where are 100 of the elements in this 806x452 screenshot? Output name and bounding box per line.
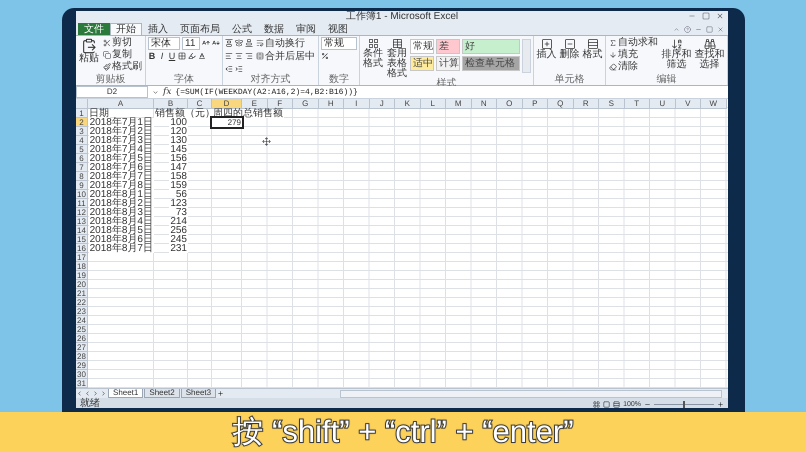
grid-icon[interactable] xyxy=(368,38,378,49)
cell-style[interactable]: 好 xyxy=(462,39,520,54)
shrink-font-icon[interactable] xyxy=(212,39,220,47)
row-header[interactable]: 9 xyxy=(76,181,88,190)
previous-sheet-icon[interactable] xyxy=(84,390,91,397)
wrap-text-icon[interactable] xyxy=(256,39,264,47)
column-header[interactable]: R xyxy=(574,99,599,109)
row-header[interactable]: 19 xyxy=(76,271,88,280)
merge-cells-icon[interactable] xyxy=(256,52,264,60)
name-box[interactable]: D2 xyxy=(76,86,148,98)
indent-increase-icon[interactable] xyxy=(235,65,243,73)
align-middle-icon[interactable] xyxy=(235,39,243,47)
last-sheet-icon[interactable] xyxy=(100,390,107,397)
indent-decrease-icon[interactable] xyxy=(225,65,233,73)
column-header[interactable]: K xyxy=(395,99,420,109)
row-header[interactable]: 8 xyxy=(76,172,88,181)
row-header[interactable]: 28 xyxy=(76,352,88,361)
ribbon-tab[interactable]: 开始 xyxy=(110,23,142,35)
row-header[interactable]: 24 xyxy=(76,316,88,325)
row-header[interactable]: 10 xyxy=(76,190,88,199)
clipboard-icon[interactable] xyxy=(81,38,97,54)
row-header[interactable]: 21 xyxy=(76,289,88,298)
insert-sheet-icon[interactable] xyxy=(217,390,224,397)
font-name-field[interactable]: 宋体 xyxy=(148,36,180,50)
column-header[interactable]: C xyxy=(188,99,212,109)
column-header[interactable]: M xyxy=(446,99,472,109)
row-header[interactable]: 25 xyxy=(76,325,88,334)
conditional-format-button[interactable]: 条件格式 xyxy=(362,37,384,69)
clipboard-button[interactable]: 复制 xyxy=(102,49,143,60)
align-center-icon[interactable] xyxy=(235,52,243,60)
sigma-icon[interactable] xyxy=(609,38,617,46)
align-bottom-icon[interactable] xyxy=(245,39,253,47)
scissors-icon[interactable] xyxy=(103,38,111,46)
sort-icon[interactable] xyxy=(670,38,682,50)
sheet-tab[interactable]: Sheet1 xyxy=(108,389,144,398)
row-header[interactable]: 23 xyxy=(76,307,88,316)
column-header[interactable]: B xyxy=(154,99,188,109)
eraser-icon[interactable] xyxy=(609,62,617,70)
row-header[interactable]: 18 xyxy=(76,262,88,271)
column-header[interactable]: W xyxy=(701,99,726,109)
insert-function-button[interactable]: fx xyxy=(163,86,172,98)
ribbon-tab[interactable]: 文件 xyxy=(78,23,110,35)
column-header[interactable]: V xyxy=(676,99,701,109)
row-header[interactable]: 6 xyxy=(76,154,88,163)
highlighter-icon[interactable] xyxy=(188,52,196,60)
binoculars-icon[interactable] xyxy=(704,38,716,50)
row-header[interactable]: 15 xyxy=(76,235,88,244)
grow-font-icon[interactable] xyxy=(202,39,210,47)
next-sheet-icon[interactable] xyxy=(92,390,99,397)
cell-style[interactable]: 检查单元格 xyxy=(462,56,520,71)
formula-field[interactable]: {=SUM(IF(WEEKDAY(A2:A16,2)=4,B2:B16))} xyxy=(175,86,358,98)
editing-button[interactable]: 填充 xyxy=(608,49,659,60)
caret-icon[interactable] xyxy=(152,88,159,96)
merge-center-button[interactable]: 合并后居中 xyxy=(255,50,316,62)
cells-button[interactable]: 删除 xyxy=(559,37,580,60)
table-icon[interactable] xyxy=(392,38,402,49)
row-header[interactable]: 13 xyxy=(76,217,88,226)
gallery-scrollbar[interactable] xyxy=(522,39,531,73)
font-style-button[interactable]: I xyxy=(158,50,166,62)
column-header[interactable]: E xyxy=(242,99,268,109)
first-sheet-icon[interactable] xyxy=(76,390,83,397)
font-style-button[interactable]: U xyxy=(168,50,176,62)
ribbon-tab[interactable]: 公式 xyxy=(226,23,258,35)
column-header[interactable]: G xyxy=(293,99,318,109)
paste-button[interactable]: 粘贴 xyxy=(78,37,100,64)
column-header[interactable]: Q xyxy=(548,99,574,109)
help-icon[interactable] xyxy=(684,26,691,32)
ribbon-tab[interactable]: 插入 xyxy=(142,23,174,35)
sheet-tab[interactable]: Sheet3 xyxy=(180,389,216,398)
column-header[interactable]: T xyxy=(624,99,650,109)
page-layout-icon[interactable] xyxy=(603,400,610,408)
paintbrush-icon[interactable] xyxy=(103,62,111,70)
number-format-field[interactable]: 常规 xyxy=(321,36,357,50)
row-header[interactable]: 1 xyxy=(76,109,88,118)
horizontal-scrollbar[interactable] xyxy=(340,390,722,398)
row-header[interactable]: 17 xyxy=(76,253,88,262)
row-header[interactable]: 11 xyxy=(76,199,88,208)
column-header[interactable]: L xyxy=(420,99,446,109)
row-header[interactable]: 30 xyxy=(76,370,88,379)
column-header[interactable]: A xyxy=(88,99,154,109)
format-rows-icon[interactable] xyxy=(586,38,598,50)
page-break-icon[interactable] xyxy=(613,400,620,408)
font-color-icon[interactable] xyxy=(198,52,206,60)
arrow-down-icon[interactable] xyxy=(609,50,617,58)
row-header[interactable]: 29 xyxy=(76,361,88,370)
row-header[interactable]: 2 xyxy=(76,118,88,127)
row-header[interactable]: 20 xyxy=(76,280,88,289)
row-header[interactable]: 26 xyxy=(76,334,88,343)
column-header[interactable]: P xyxy=(522,99,548,109)
column-header[interactable]: D xyxy=(212,99,242,109)
column-header[interactable]: F xyxy=(268,99,293,109)
column-header[interactable]: H xyxy=(318,99,344,109)
find-select-button[interactable]: 查找和选择 xyxy=(694,37,725,70)
align-left-icon[interactable] xyxy=(225,52,233,60)
row-header[interactable]: 12 xyxy=(76,208,88,217)
wrap-text-button[interactable]: 自动换行 xyxy=(255,38,306,48)
copy-icon[interactable] xyxy=(103,50,111,58)
column-header[interactable]: N xyxy=(472,99,497,109)
column-header[interactable]: U xyxy=(650,99,676,109)
row-header[interactable]: 5 xyxy=(76,145,88,154)
